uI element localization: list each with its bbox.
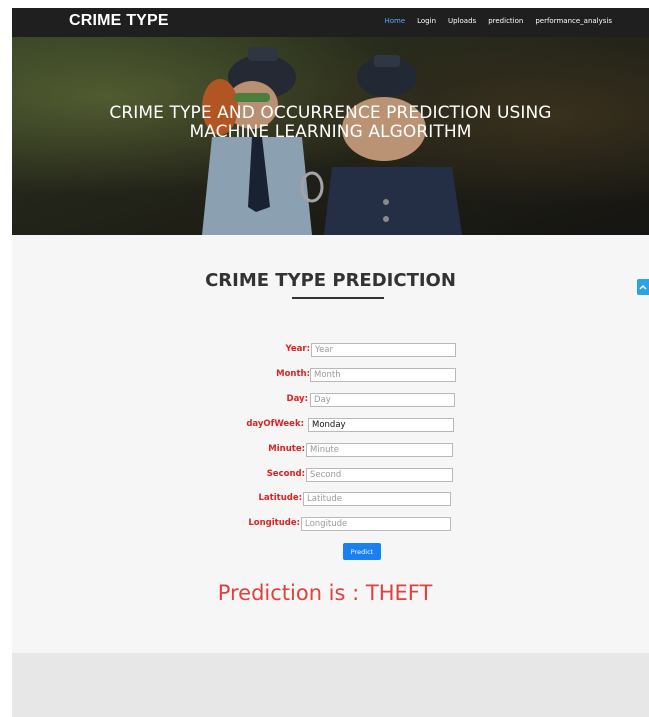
- form-row-longitude: Longitude:: [12, 517, 649, 532]
- year-input[interactable]: [311, 343, 456, 357]
- form-row-day: Day:: [12, 393, 649, 408]
- day-input[interactable]: [310, 393, 455, 407]
- form-row-month: Month:: [12, 368, 649, 383]
- month-label: Month:: [276, 369, 310, 379]
- footer: [12, 653, 649, 717]
- form-row-latitude: Latitude:: [12, 492, 649, 507]
- brand-logo[interactable]: CRIME TYPE: [69, 12, 169, 30]
- longitude-input[interactable]: [301, 517, 451, 531]
- day-label: Day:: [286, 394, 308, 404]
- nav-performance-analysis[interactable]: performance_analysis: [535, 17, 612, 25]
- hero-title: CRIME TYPE AND OCCURRENCE PREDICTION USI…: [12, 104, 649, 142]
- hero-banner: CRIME TYPE AND OCCURRENCE PREDICTION USI…: [12, 37, 649, 235]
- day-of-week-label: dayOfWeek:: [246, 419, 304, 429]
- nav-uploads[interactable]: Uploads: [448, 17, 476, 25]
- nav-links: Home Login Uploads prediction performanc…: [384, 17, 612, 25]
- chevron-up-icon: [639, 284, 647, 290]
- latitude-input[interactable]: [303, 492, 451, 506]
- latitude-label: Latitude:: [258, 493, 303, 503]
- form-row-day-of-week: dayOfWeek:: [12, 418, 649, 433]
- section-title: CRIME TYPE PREDICTION: [205, 270, 456, 291]
- longitude-label: Longitude:: [248, 518, 300, 528]
- day-of-week-input[interactable]: [308, 418, 454, 432]
- prediction-result: Prediction is : THEFT: [217, 581, 433, 605]
- nav-home[interactable]: Home: [384, 17, 405, 25]
- hero-title-line2: MACHINE LEARNING ALGORITHM: [189, 122, 472, 142]
- scroll-to-top-button[interactable]: [637, 279, 649, 295]
- prediction-section: CRIME TYPE PREDICTION Year: Month: Day: …: [12, 235, 649, 653]
- year-label: Year:: [285, 344, 310, 354]
- second-label: Second:: [266, 469, 305, 479]
- form-row-minute: Minute:: [12, 443, 649, 458]
- hero-title-line1: CRIME TYPE AND OCCURRENCE PREDICTION USI…: [109, 103, 552, 123]
- nav-prediction[interactable]: prediction: [488, 17, 523, 25]
- month-input[interactable]: [310, 368, 456, 382]
- minute-input[interactable]: [306, 443, 453, 457]
- nav-login[interactable]: Login: [417, 17, 436, 25]
- form-row-year: Year:: [12, 343, 649, 358]
- navbar: CRIME TYPE Home Login Uploads prediction…: [12, 8, 649, 37]
- predict-button[interactable]: Predict: [343, 543, 381, 560]
- second-input[interactable]: [306, 468, 453, 482]
- form-row-second: Second:: [12, 468, 649, 483]
- title-underline: [292, 297, 384, 299]
- page: CRIME TYPE Home Login Uploads prediction…: [0, 0, 649, 717]
- minute-label: Minute:: [268, 444, 305, 454]
